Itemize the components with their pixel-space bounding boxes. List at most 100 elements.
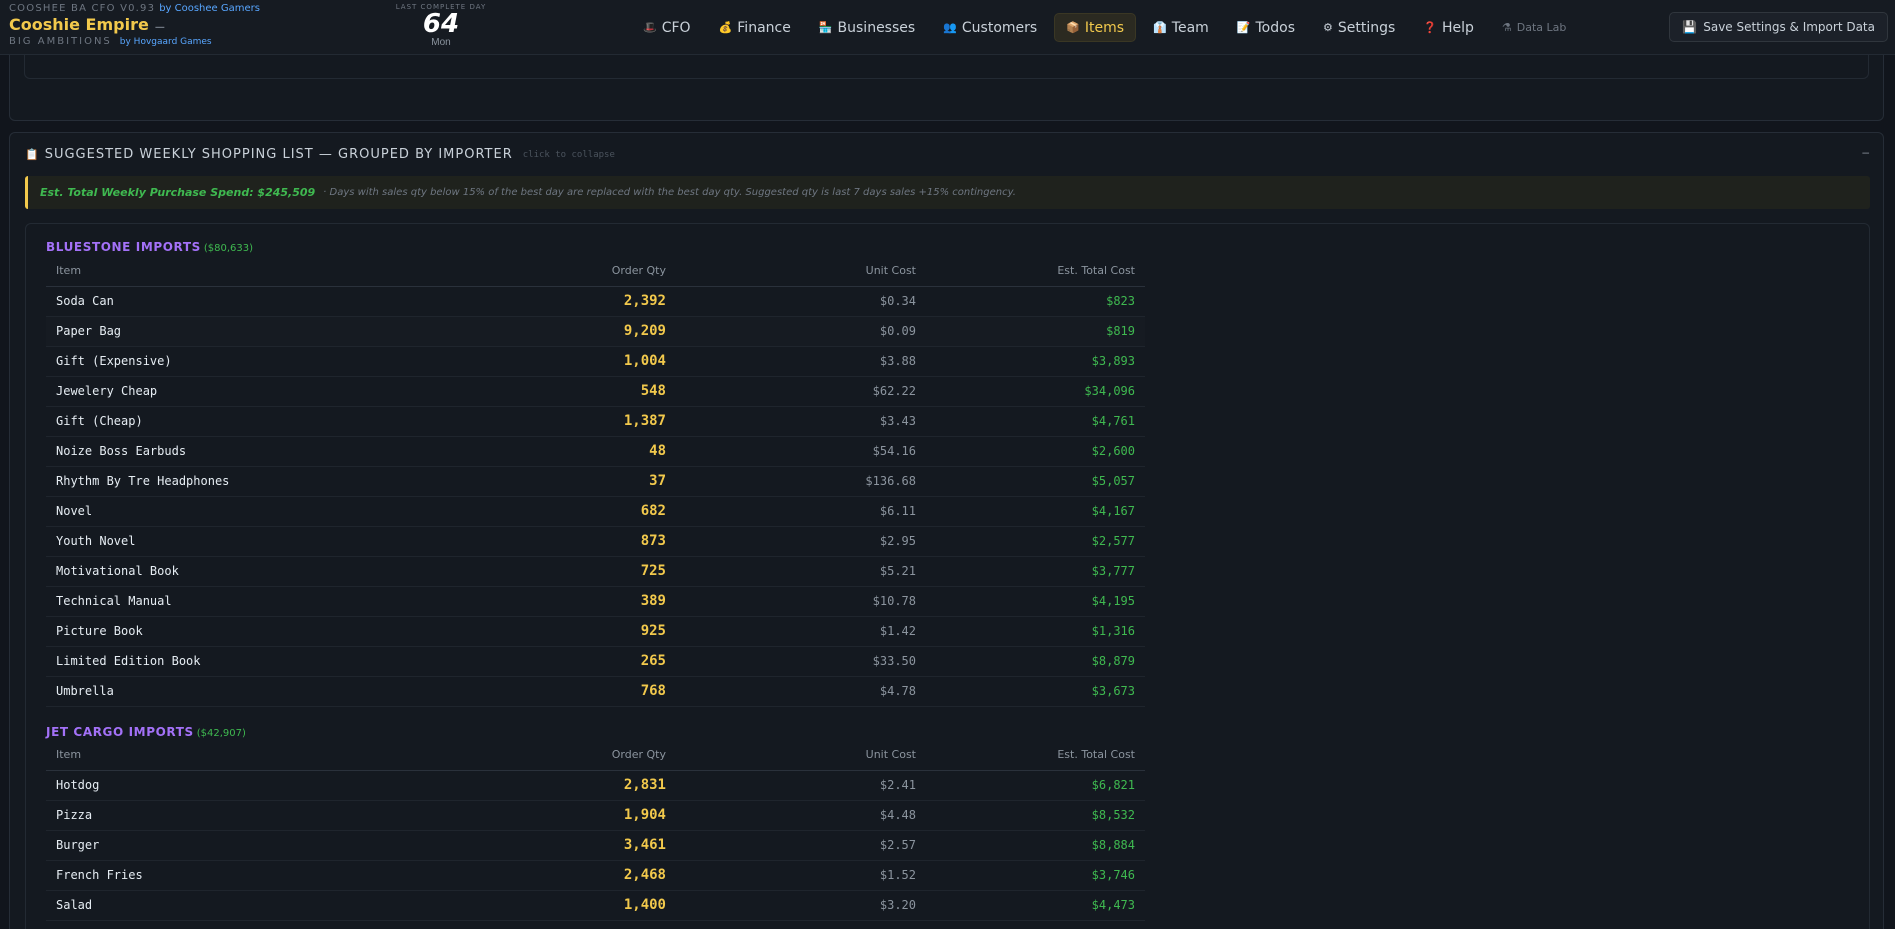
- order-qty: 2,468: [466, 860, 676, 891]
- order-qty: 925: [466, 616, 676, 647]
- floppy-disk-icon: 💾: [1682, 20, 1698, 34]
- order-qty: 548: [466, 376, 676, 407]
- column-header-unit-cost[interactable]: Unit Cost: [676, 740, 926, 771]
- item-name: Picture Book: [46, 616, 466, 647]
- order-qty: 1,904: [466, 800, 676, 831]
- unit-cost: $62.22: [676, 376, 926, 407]
- nav-label: CFO: [661, 19, 691, 36]
- nav-label: Businesses: [837, 19, 916, 36]
- nav-item-cfo[interactable]: 🎩 CFO: [632, 13, 702, 42]
- est-total-cost: $8,884: [926, 830, 1145, 861]
- est-total-cost: $8,879: [926, 646, 1145, 677]
- brand-block: COOSHEE BA CFO V0.93 by Cooshee Gamers Co…: [9, 3, 260, 47]
- order-qty: 873: [466, 526, 676, 557]
- unit-cost: $54.16: [676, 436, 926, 467]
- table-row: Salad 1,400 $3.20 $4,473: [46, 890, 1145, 921]
- table-row: Noize Boss Earbuds 48 $54.16 $2,600: [46, 436, 1145, 467]
- item-name: Burger: [46, 830, 466, 861]
- importer-group-title: JET CARGO IMPORTS ($42,907): [46, 725, 246, 739]
- item-name: Technical Manual: [46, 586, 466, 617]
- order-qty: 2,392: [466, 286, 676, 317]
- column-header-total-cost[interactable]: Est. Total Cost: [926, 740, 1145, 771]
- order-qty: 1,400: [466, 890, 676, 921]
- nav-item-todos[interactable]: 📝 Todos: [1226, 13, 1306, 42]
- nav-label: Items: [1084, 19, 1125, 36]
- nav-item-customers[interactable]: 👥 Customers: [932, 13, 1048, 42]
- money-bag-icon: 💰: [718, 21, 733, 34]
- column-header-qty[interactable]: Order Qty: [466, 256, 676, 287]
- table-row: Pizza 1,904 $4.48 $8,532: [46, 800, 1145, 831]
- table-header-row: Item Order Qty Unit Cost Est. Total Cost: [46, 740, 1145, 771]
- importer-table: Item Order Qty Unit Cost Est. Total Cost…: [46, 256, 1145, 707]
- unit-cost: $0.09: [676, 316, 926, 347]
- unit-cost: $3.43: [676, 406, 926, 437]
- summary-note: · Days with sales qty below 15% of the b…: [323, 187, 1016, 198]
- est-total-cost: $3,673: [926, 676, 1145, 707]
- est-total-cost: $6,821: [926, 770, 1145, 801]
- item-name: Limited Edition Book: [46, 646, 466, 677]
- memo-icon: 📝: [1236, 21, 1251, 34]
- est-total-cost: $3,746: [926, 860, 1145, 891]
- order-qty: 3,461: [466, 830, 676, 861]
- brand-author-top: by Cooshee Gamers: [159, 3, 260, 14]
- brand-author-bottom: by Hovgaard Games: [119, 37, 212, 47]
- panel-header[interactable]: 📋 SUGGESTED WEEKLY SHOPPING LIST — GROUP…: [25, 147, 615, 162]
- panel-collapse-hint: click to collapse: [522, 149, 615, 160]
- order-qty: 725: [466, 556, 676, 587]
- order-qty: 48: [466, 436, 676, 467]
- nav-item-team[interactable]: 👔 Team: [1142, 13, 1220, 42]
- main-nav: 🎩 CFO 💰 Finance 🏪 Businesses 👥 Customers 📦 It…: [632, 13, 1577, 42]
- item-name: Motivational Book: [46, 556, 466, 587]
- table-header-row: Item Order Qty Unit Cost Est. Total Cost: [46, 256, 1145, 287]
- order-qty: 37: [466, 466, 676, 497]
- nav-item-businesses[interactable]: 🏪 Businesses: [808, 13, 926, 42]
- table-row: Umbrella 768 $4.78 $3,673: [46, 676, 1145, 707]
- column-header-qty[interactable]: Order Qty: [466, 740, 676, 771]
- save-settings-import-button[interactable]: 💾 Save Settings & Import Data: [1669, 12, 1888, 42]
- question-mark-icon: ❓: [1423, 21, 1437, 34]
- day-number: 64: [422, 9, 460, 39]
- est-total-cost: $4,761: [926, 406, 1145, 437]
- brand-version-line: COOSHEE BA CFO V0.93 by Cooshee Gamers: [9, 3, 260, 14]
- order-qty: 265: [466, 646, 676, 677]
- item-name: Youth Novel: [46, 526, 466, 557]
- nav-item-data-lab[interactable]: ⚗ Data Lab: [1491, 13, 1578, 42]
- collapse-icon[interactable]: –: [1862, 145, 1869, 159]
- table-row: French Fries 2,468 $1.52 $3,746: [46, 860, 1145, 891]
- item-name: Jewelery Cheap: [46, 376, 466, 407]
- order-qty: 389: [466, 586, 676, 617]
- package-icon: 📦: [1066, 21, 1080, 34]
- column-header-item[interactable]: Item: [46, 256, 466, 287]
- item-name: Novel: [46, 496, 466, 527]
- est-total-cost: $823: [926, 286, 1145, 317]
- column-header-unit-cost[interactable]: Unit Cost: [676, 256, 926, 287]
- column-header-item[interactable]: Item: [46, 740, 466, 771]
- nav-item-help[interactable]: ❓ Help: [1412, 13, 1485, 42]
- nav-item-items[interactable]: 📦 Items: [1054, 13, 1137, 42]
- table-row: Hotdog 2,831 $2.41 $6,821: [46, 770, 1145, 801]
- item-name: Pizza: [46, 800, 466, 831]
- est-total-cost: $3,893: [926, 346, 1145, 377]
- unit-cost: $5.21: [676, 556, 926, 587]
- est-total-cost: $3,777: [926, 556, 1145, 587]
- gear-icon: ⚙: [1322, 21, 1333, 34]
- brand-tagline-line: BIG AMBITIONS by Hovgaard Games: [9, 36, 260, 47]
- importer-name: BLUESTONE IMPORTS: [46, 240, 201, 254]
- nav-item-settings[interactable]: ⚙ Settings: [1312, 13, 1406, 42]
- top-bar: COOSHEE BA CFO V0.93 by Cooshee Gamers Co…: [0, 0, 1895, 55]
- unit-cost: $2.57: [676, 830, 926, 861]
- importer-total: ($42,907): [196, 728, 246, 739]
- nav-item-finance[interactable]: 💰 Finance: [708, 13, 802, 42]
- nav-label: Todos: [1255, 19, 1295, 36]
- people-icon: 👥: [943, 21, 957, 34]
- unit-cost: $1.52: [676, 860, 926, 891]
- necktie-icon: 👔: [1153, 21, 1167, 34]
- nav-label: Customers: [961, 19, 1038, 36]
- last-complete-day: LAST COMPLETE DAY 64 Mon: [393, 3, 489, 48]
- table-row: Jewelery Cheap 548 $62.22 $34,096: [46, 376, 1145, 407]
- table-row: Gift (Cheap) 1,387 $3.43 $4,761: [46, 406, 1145, 437]
- order-qty: 1,004: [466, 346, 676, 377]
- column-header-total-cost[interactable]: Est. Total Cost: [926, 256, 1145, 287]
- order-qty: 682: [466, 496, 676, 527]
- unit-cost: $3.88: [676, 346, 926, 377]
